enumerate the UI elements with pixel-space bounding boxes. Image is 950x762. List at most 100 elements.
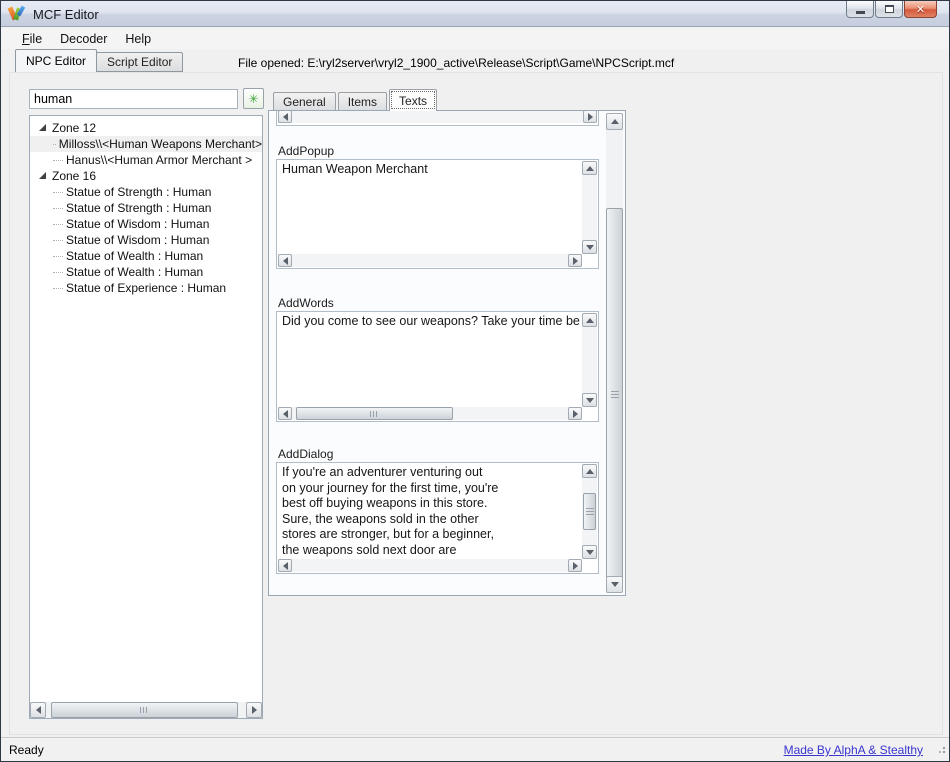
addpopup-label: AddPopup (278, 144, 334, 158)
scroll-left-button[interactable] (278, 559, 292, 572)
search-button[interactable]: ✳ (243, 88, 264, 109)
tree-item-statue[interactable]: Statue of Wisdom : Human (30, 216, 262, 232)
arrow-left-icon (279, 410, 288, 418)
search-input[interactable] (29, 89, 238, 109)
caption-buttons: ✕ (845, 1, 937, 18)
tree-item-label: Statue of Wisdom : Human (66, 233, 209, 247)
addwords-hscrollbar[interactable] (278, 407, 582, 420)
adddialog-hscrollbar[interactable] (278, 559, 582, 572)
arrow-left-icon (279, 257, 288, 265)
scroll-thumb[interactable] (583, 493, 596, 530)
clipped-textbox (276, 111, 599, 126)
npc-tree[interactable]: Zone 12 Milloss\\<Human Weapons Merchant… (29, 115, 263, 719)
tree-item-hanus[interactable]: Hanus\\<Human Armor Merchant > (30, 152, 262, 168)
scroll-right-button[interactable] (568, 559, 582, 572)
thumb-grip-icon (140, 707, 149, 713)
scroll-right-button[interactable] (568, 407, 582, 420)
close-icon: ✕ (916, 3, 925, 16)
tree-hscrollbar[interactable] (30, 702, 262, 718)
app-window: MCF Editor ✕ File Decoder Help NPC Edito… (0, 0, 950, 762)
window-title: MCF Editor (33, 7, 99, 22)
scroll-up-button[interactable] (582, 313, 597, 327)
arrow-left-icon (279, 562, 288, 570)
scroll-down-button[interactable] (606, 576, 623, 593)
scroll-right-button[interactable] (568, 254, 582, 267)
panel-vscrollbar[interactable] (606, 113, 623, 593)
menu-bar: File Decoder Help (1, 28, 949, 49)
scroll-thumb[interactable] (606, 208, 623, 580)
scroll-down-button[interactable] (582, 393, 597, 407)
tree-connector (53, 208, 63, 209)
tree-item-statue[interactable]: Statue of Strength : Human (30, 200, 262, 216)
adddialog-text[interactable]: If you're an adventurer venturing out on… (282, 465, 580, 558)
menu-item-file[interactable]: File (13, 30, 51, 48)
tree-connector (53, 288, 63, 289)
tab-npc-editor[interactable]: NPC Editor (15, 49, 97, 72)
adddialog-vscrollbar[interactable] (582, 464, 597, 559)
credit-link[interactable]: Made By AlphA & Stealthy (784, 743, 923, 757)
title-bar[interactable]: MCF Editor ✕ (1, 1, 949, 27)
scroll-down-button[interactable] (582, 240, 597, 254)
arrow-right-icon (573, 257, 582, 265)
tree-item-label: Hanus\\<Human Armor Merchant > (66, 153, 252, 167)
menu-file-rest: ile (30, 32, 43, 46)
tab-texts[interactable]: Texts (389, 89, 437, 111)
tree-item-statue[interactable]: Statue of Wealth : Human (30, 264, 262, 280)
scroll-left-button[interactable] (30, 702, 46, 718)
tree-connector (53, 272, 63, 273)
tab-items[interactable]: Items (338, 92, 387, 111)
scroll-right-button[interactable] (583, 111, 597, 123)
tree-item-label: Zone 16 (52, 169, 96, 183)
addpopup-hscrollbar[interactable] (278, 254, 582, 267)
minimize-button[interactable] (846, 1, 874, 18)
tree-expanded-icon[interactable] (39, 172, 46, 179)
addwords-text[interactable]: Did you come to see our weapons? Take yo… (282, 314, 580, 406)
tree-connector (53, 160, 63, 161)
addpopup-text[interactable]: Human Weapon Merchant (282, 162, 580, 253)
tree-item-zone12[interactable]: Zone 12 (30, 120, 262, 136)
arrow-down-icon (586, 398, 594, 407)
menu-item-help[interactable]: Help (116, 30, 160, 48)
tab-general[interactable]: General (273, 92, 336, 111)
scroll-left-button[interactable] (278, 111, 292, 123)
minimize-icon (856, 11, 865, 14)
close-button[interactable]: ✕ (904, 1, 937, 18)
scroll-up-button[interactable] (582, 464, 597, 478)
menu-item-decoder[interactable]: Decoder (51, 30, 116, 48)
tree-item-statue[interactable]: Statue of Strength : Human (30, 184, 262, 200)
arrow-right-icon (588, 113, 597, 121)
sparkle-icon: ✳ (248, 92, 258, 106)
scroll-up-button[interactable] (606, 113, 623, 130)
addpopup-textbox[interactable]: Human Weapon Merchant (276, 159, 599, 269)
scroll-up-button[interactable] (582, 161, 597, 175)
menu-file-accel: F (22, 32, 30, 46)
clipped-hscrollbar[interactable] (278, 111, 597, 123)
scroll-thumb[interactable] (51, 702, 238, 718)
scroll-thumb[interactable] (296, 407, 453, 420)
tree-item-milloss[interactable]: Milloss\\<Human Weapons Merchant> (30, 136, 262, 152)
arrow-left-icon (279, 113, 288, 121)
arrow-up-icon (586, 162, 594, 171)
addwords-textbox[interactable]: Did you come to see our weapons? Take yo… (276, 311, 599, 422)
tab-script-editor[interactable]: Script Editor (96, 52, 183, 72)
addpopup-vscrollbar[interactable] (582, 161, 597, 254)
arrow-right-icon (252, 706, 261, 714)
resize-grip[interactable] (935, 747, 945, 757)
tree-item-statue[interactable]: Statue of Experience : Human (30, 280, 262, 296)
scroll-left-button[interactable] (278, 407, 292, 420)
scroll-down-button[interactable] (582, 545, 597, 559)
maximize-button[interactable] (875, 1, 903, 18)
tree-item-statue[interactable]: Statue of Wealth : Human (30, 248, 262, 264)
tree-item-zone16[interactable]: Zone 16 (30, 168, 262, 184)
tree-item-statue[interactable]: Statue of Wisdom : Human (30, 232, 262, 248)
scroll-left-button[interactable] (278, 254, 292, 267)
addwords-vscrollbar[interactable] (582, 313, 597, 407)
arrow-down-icon (611, 582, 619, 591)
adddialog-textbox[interactable]: If you're an adventurer venturing out on… (276, 462, 599, 574)
thumb-grip-icon (586, 508, 594, 515)
status-bar: Ready Made By AlphA & Stealthy (1, 737, 949, 761)
addwords-label: AddWords (278, 296, 334, 310)
tree-expanded-icon[interactable] (39, 124, 46, 131)
scroll-right-button[interactable] (246, 702, 262, 718)
arrow-left-icon (32, 706, 41, 714)
